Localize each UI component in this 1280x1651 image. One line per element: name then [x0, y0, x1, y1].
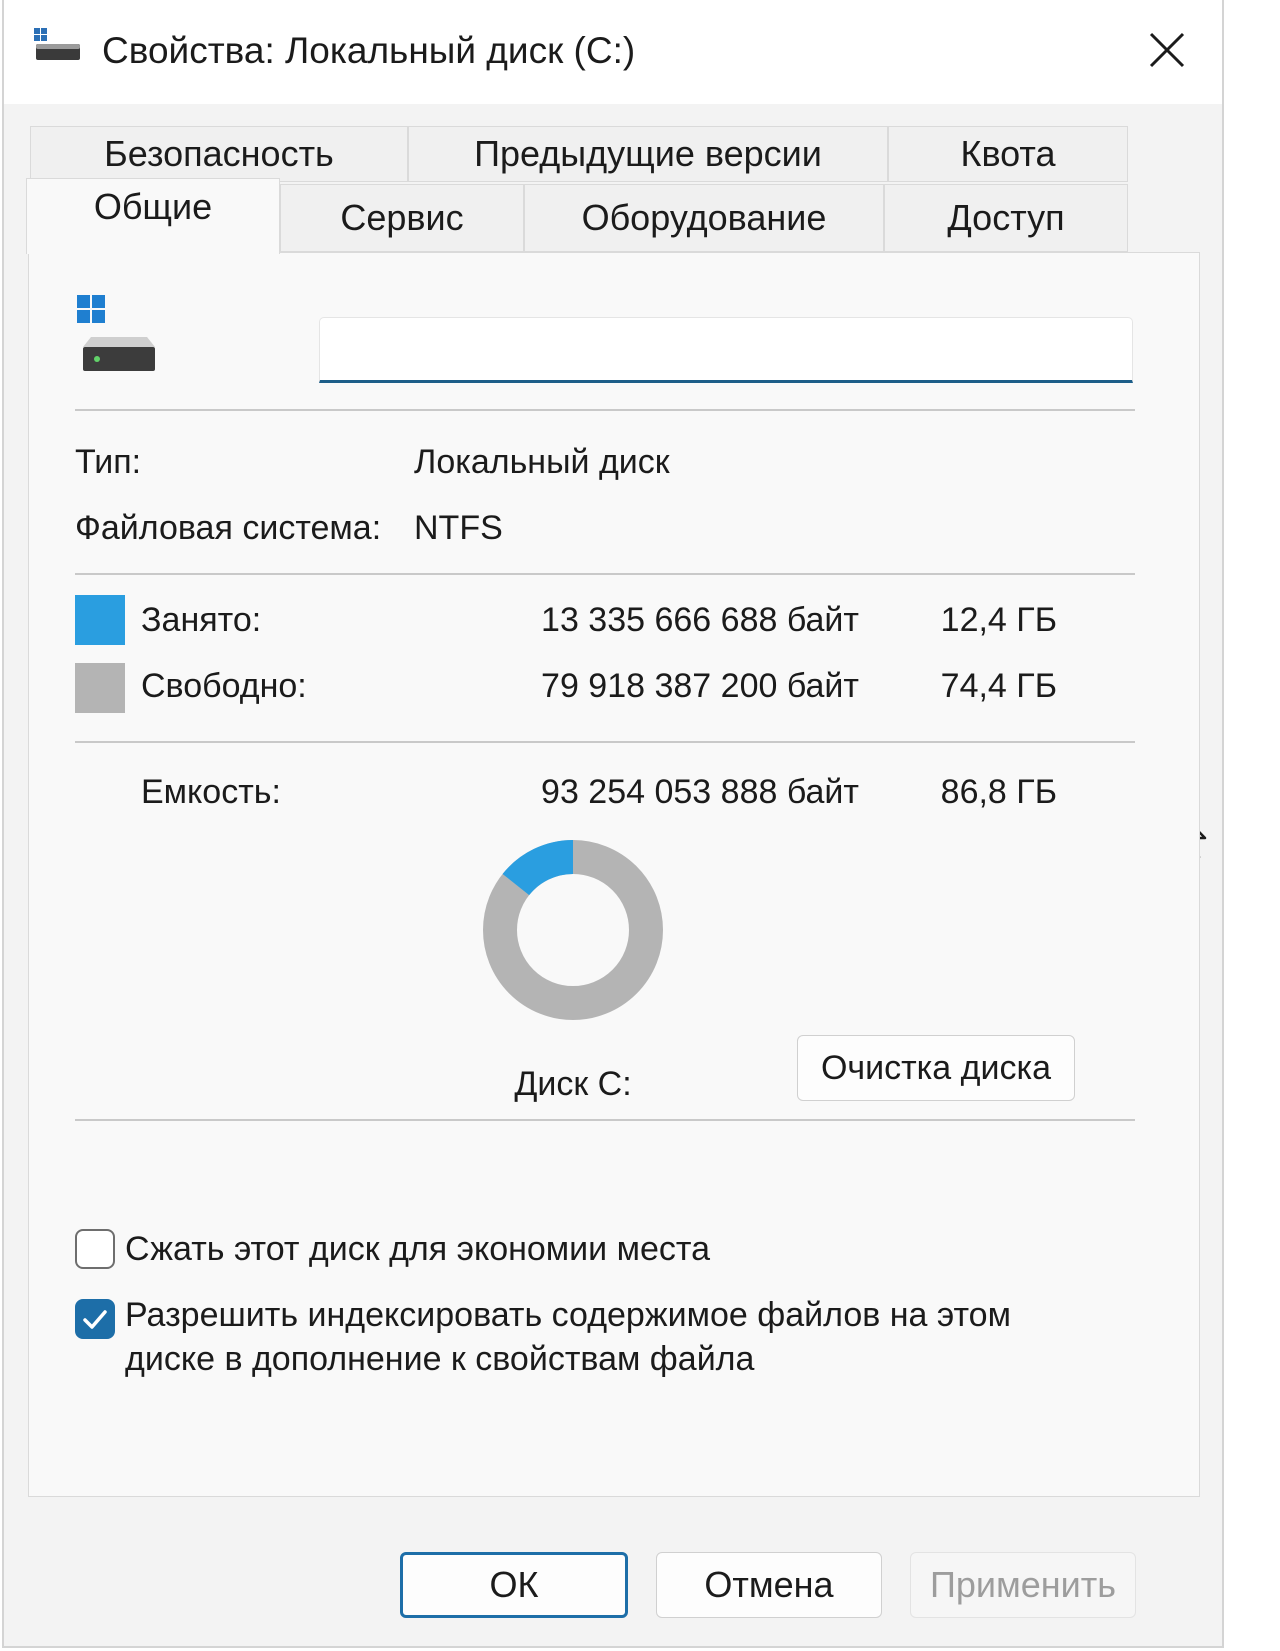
checkmark-icon: [83, 1310, 107, 1329]
close-button[interactable]: [1112, 0, 1222, 100]
tab-previous-versions[interactable]: Предыдущие версии: [408, 126, 888, 182]
tab-hardware[interactable]: Оборудование: [524, 184, 884, 252]
disk-name: Диск C:: [514, 1065, 632, 1103]
compress-checkbox[interactable]: [75, 1229, 115, 1269]
ok-button[interactable]: ОК: [400, 1552, 628, 1618]
window-title: Свойства: Локальный диск (C:): [102, 30, 636, 71]
separator: [75, 741, 1135, 743]
filesystem-label: Файловая система:: [75, 509, 382, 547]
capacity-bytes: 93 254 053 888 байт: [541, 773, 859, 811]
volume-label-input[interactable]: [319, 317, 1133, 383]
free-color-swatch: [75, 663, 125, 713]
cancel-button[interactable]: Отмена: [656, 1552, 882, 1618]
separator: [75, 1119, 1135, 1121]
used-color-swatch: [75, 595, 125, 645]
free-size: 74,4 ГБ: [940, 667, 1057, 705]
title-bar: Свойства: Локальный диск (C:): [4, 0, 1222, 104]
filesystem-value: NTFS: [414, 509, 503, 547]
type-value: Локальный диск: [414, 443, 670, 481]
tab-general[interactable]: Общие: [26, 178, 280, 254]
general-tab-panel: Тип: Локальный диск Файловая система: NT…: [28, 252, 1200, 1497]
tab-security[interactable]: Безопасность: [30, 126, 408, 182]
separator: [75, 409, 1135, 411]
used-label: Занято:: [141, 601, 262, 639]
close-icon: [1149, 32, 1185, 68]
tab-quota[interactable]: Квота: [888, 126, 1128, 182]
used-size: 12,4 ГБ: [940, 601, 1057, 639]
index-checkbox[interactable]: [75, 1299, 115, 1339]
index-checkbox-label: Разрешить индексировать содержимое файло…: [125, 1296, 1011, 1378]
disk-cleanup-button[interactable]: Очистка диска: [797, 1035, 1075, 1101]
apply-button[interactable]: Применить: [910, 1552, 1136, 1618]
properties-dialog: Свойства: Локальный диск (C:) Безопаснос…: [2, 0, 1224, 1648]
separator: [75, 573, 1135, 575]
disk-usage-donut: [483, 840, 663, 1020]
used-bytes: 13 335 666 688 байт: [541, 601, 859, 639]
capacity-size: 86,8 ГБ: [940, 773, 1057, 811]
compress-checkbox-label: Сжать этот диск для экономии места: [125, 1230, 710, 1268]
drive-large-icon: [77, 295, 155, 371]
free-bytes: 79 918 387 200 байт: [541, 667, 859, 705]
type-label: Тип:: [75, 443, 142, 481]
donut-used-arc: [502, 840, 574, 896]
tab-sharing[interactable]: Доступ: [884, 184, 1128, 252]
drive-icon: [34, 28, 80, 60]
capacity-label: Емкость:: [141, 773, 281, 811]
tab-tools[interactable]: Сервис: [280, 184, 524, 252]
free-label: Свободно:: [141, 667, 307, 705]
